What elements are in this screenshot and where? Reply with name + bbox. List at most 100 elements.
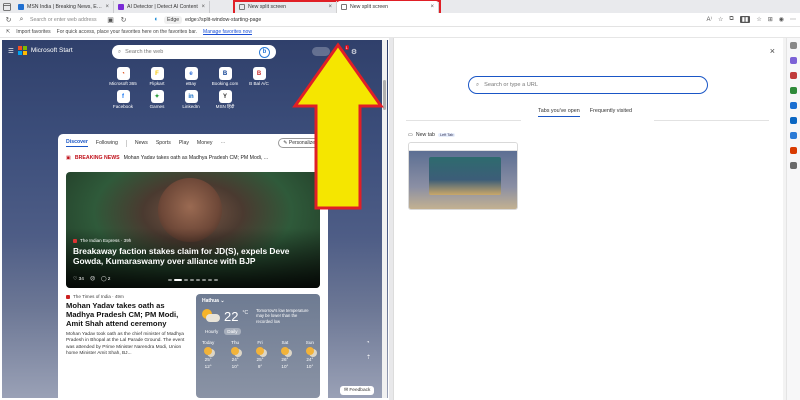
weather-card[interactable]: Hathua ⌄ 22 °C Tomorrow's low temperatur… (196, 294, 320, 398)
quick-link-label: Games (149, 104, 165, 109)
manage-favorites-link[interactable]: Manage favorites now (203, 29, 252, 35)
close-tab-icon[interactable]: × (328, 4, 332, 10)
forecast-day[interactable]: Sat 26° 10° (280, 340, 289, 369)
favorites-icon[interactable]: ☆ (756, 16, 761, 23)
tab-money[interactable]: Money (197, 140, 213, 146)
quick-link-games[interactable]: ✦ Games (140, 90, 174, 110)
forecast-day[interactable]: Fri 25° 9° (256, 340, 265, 369)
close-split-icon[interactable]: × (770, 46, 775, 56)
partly-cloudy-icon (280, 347, 289, 356)
open-tab-card[interactable] (408, 142, 518, 210)
forecast-day[interactable]: Sun 24° 10° (306, 340, 314, 369)
split-url-input[interactable]: ⌕ Search or type a URL (468, 76, 708, 94)
dislike-icon[interactable]: ☹ (90, 277, 95, 282)
edge-logo-icon: ◐ (154, 16, 159, 23)
split-window-icon[interactable]: ▣ (106, 15, 115, 24)
feed-tabs: Discover Following News Sports Play Mone… (58, 134, 328, 152)
quick-link-booking[interactable]: B Booking.com (208, 67, 242, 86)
scroll-top-icon[interactable]: ⇡ (366, 354, 371, 361)
flipkart-icon: F (150, 67, 164, 80)
profile-icon[interactable]: ◉ (779, 16, 784, 23)
tab-news[interactable]: News (135, 140, 148, 146)
refresh-feed-icon[interactable]: ◔ (366, 340, 371, 346)
weather-location[interactable]: Hathua ⌄ (202, 298, 314, 304)
split-page-tabs: Tabs you've open Frequently visited (538, 108, 632, 117)
hero-headline[interactable]: Breakaway faction stakes claim for JD(S)… (73, 246, 317, 266)
quick-link-label: Flipkart (149, 81, 165, 86)
tab-ai-detector[interactable]: AI Detector | Detect AI Content × (114, 1, 210, 13)
feedback-button[interactable]: ✉ Feedback (340, 386, 375, 395)
favorites-hint: For quick access, place your favorites h… (56, 29, 198, 35)
games-icon[interactable] (790, 87, 797, 94)
tab-open-tabs[interactable]: Tabs you've open (538, 108, 580, 117)
read-aloud-icon[interactable]: A⁾ (707, 16, 712, 23)
import-favorites-button[interactable]: Import favorites (16, 29, 50, 35)
left-address-input[interactable]: Search or enter web address (30, 17, 102, 23)
tab-msn[interactable]: MSN India | Breaking News, Ente × (14, 1, 114, 13)
quick-link-linkedin[interactable]: in LinkedIn (174, 90, 208, 110)
comment-button[interactable]: ◯ 2 (101, 277, 110, 282)
toolbar-icons: A⁾ ☆ ⧉ ▮▮ ☆ ⊞ ◉ ⋯ (707, 16, 796, 23)
carousel-pager[interactable] (168, 279, 218, 281)
outlook-icon[interactable] (790, 117, 797, 124)
m365-icon[interactable] (790, 147, 797, 154)
quick-link-bank[interactable]: BB Bal A/C (242, 67, 276, 86)
split-screen-toggle-icon[interactable]: ▮▮ (739, 16, 751, 23)
story-body: Mohan Yadav took oath as the chief minis… (66, 331, 185, 357)
more-tabs-icon[interactable]: ⋯ (221, 140, 226, 146)
bing-icon[interactable]: b (259, 46, 270, 58)
bank-icon: B (252, 67, 266, 80)
tab-split-screen-right[interactable]: New split screen × (337, 1, 439, 13)
quick-link-msn-hindi[interactable]: Y MSN हिंदी (208, 90, 242, 110)
more-menu-icon[interactable]: ⋯ (790, 16, 796, 23)
refresh-icon[interactable]: ↻ (119, 15, 128, 24)
search-placeholder: Search the web (125, 49, 164, 55)
hero-story-card[interactable]: The Indian Express · 39h Breakaway facti… (66, 172, 320, 288)
quick-link-label: B Bal A/C (249, 81, 269, 86)
quick-link-label: LinkedIn (182, 104, 200, 109)
close-tab-icon[interactable]: × (201, 4, 205, 10)
tab-following[interactable]: Following (96, 140, 118, 146)
tab-sports[interactable]: Sports (156, 140, 171, 146)
weather-mode-hourly[interactable]: Hourly (202, 328, 221, 335)
office-icon[interactable] (790, 102, 797, 109)
drop-icon[interactable] (790, 132, 797, 139)
tab-frequently-visited[interactable]: Frequently visited (590, 108, 632, 117)
weather-mode-daily[interactable]: Daily (224, 328, 241, 336)
games-icon: ✦ (150, 90, 164, 103)
msn-brand[interactable]: ☰ Microsoft Start (8, 46, 73, 55)
collections-icon[interactable]: ⊞ (768, 16, 773, 23)
forecast-day-name: Fri (257, 340, 263, 346)
forecast-day[interactable]: Today 25° 12° (202, 340, 214, 369)
add-app-icon[interactable] (790, 162, 797, 169)
right-address-input[interactable]: ◐ Edge edge://split-window-starting-page (152, 15, 261, 24)
breaking-news-bar[interactable]: ▣ BREAKING NEWS Mohan Yadav takes oath a… (58, 152, 328, 164)
shopping-icon[interactable] (790, 57, 797, 64)
quick-link-m365[interactable]: ◔ Microsoft 365 (106, 67, 140, 86)
quick-link-flipkart[interactable]: F Flipkart (140, 67, 174, 86)
tab-discover[interactable]: Discover (66, 139, 88, 147)
window-menu-icon[interactable] (0, 0, 14, 13)
hamburger-menu-icon[interactable]: ☰ (8, 47, 14, 55)
close-tab-icon[interactable]: × (430, 4, 434, 10)
tab-play[interactable]: Play (179, 140, 189, 146)
tab-card-header: ▭ New tab Left Tab (408, 132, 456, 138)
tools-icon[interactable] (790, 72, 797, 79)
quick-link-ebay[interactable]: e eBay (174, 67, 208, 86)
search-icon[interactable] (790, 42, 797, 49)
web-search-input[interactable]: ⌕ Search the web b (112, 45, 276, 59)
close-tab-icon[interactable]: × (105, 4, 109, 10)
msn-favicon-icon (18, 4, 24, 10)
ebay-icon: e (184, 67, 198, 80)
forecast-day-name: Thu (231, 340, 240, 346)
like-button[interactable]: ♡ 34 (73, 277, 84, 282)
tab-split-screen-left[interactable]: New split screen × (235, 1, 337, 13)
story-card[interactable]: The Times of India · 49m Mohan Yadav tak… (66, 294, 186, 358)
extensions-icon[interactable]: ⧉ (729, 16, 733, 23)
refresh-icon[interactable]: ↻ (4, 15, 13, 24)
story-title[interactable]: Mohan Yadav takes oath as Madhya Pradesh… (66, 301, 186, 329)
split-screen-icon (341, 4, 347, 10)
favorite-star-icon[interactable]: ☆ (718, 16, 723, 23)
quick-link-facebook[interactable]: f Facebook (106, 90, 140, 110)
forecast-day[interactable]: Thu 24° 10° (231, 340, 240, 369)
